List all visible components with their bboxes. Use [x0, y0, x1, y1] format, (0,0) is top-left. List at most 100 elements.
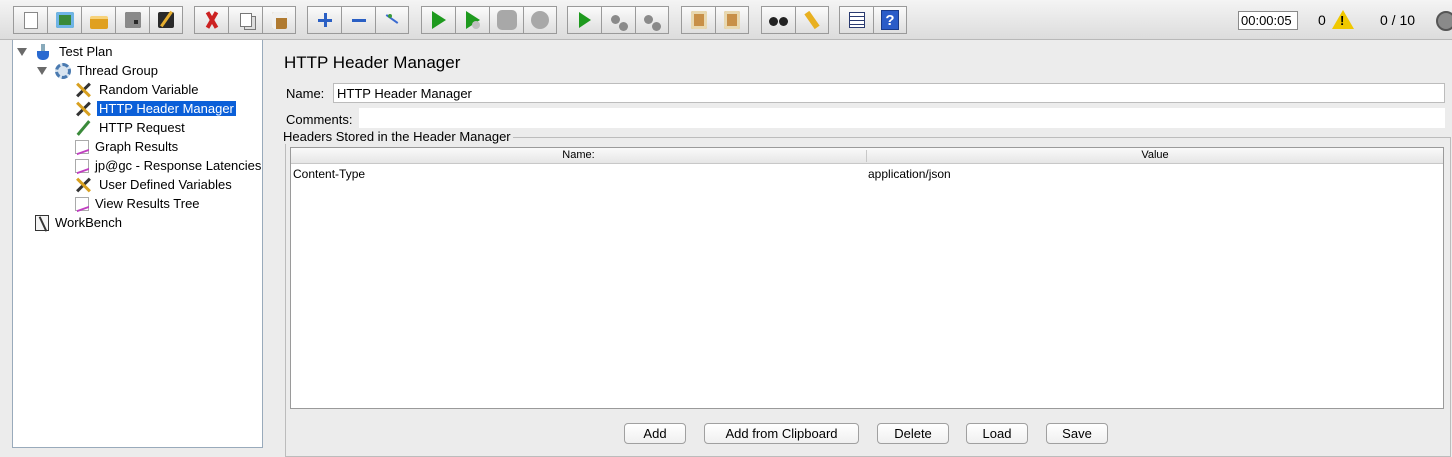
- function-helper-button[interactable]: [839, 6, 873, 34]
- tree-node-response-latencies[interactable]: jp@gc - Response Latencies: [75, 156, 263, 175]
- http-header-manager-panel: HTTP Header Manager Name: Comments: Head…: [273, 40, 1452, 457]
- expand-test-plan-icon[interactable]: [17, 48, 27, 56]
- tree-node-user-defined-variables[interactable]: User Defined Variables: [75, 175, 234, 194]
- headers-legend: Headers Stored in the Header Manager: [281, 129, 513, 144]
- tree-node-graph-results[interactable]: Graph Results: [75, 137, 180, 156]
- config-element-icon: [75, 81, 93, 99]
- reset-search-button[interactable]: [795, 6, 829, 34]
- stop-icon: [496, 10, 517, 30]
- shutdown-button[interactable]: [523, 6, 557, 34]
- tree-node-http-header-manager[interactable]: HTTP Header Manager: [75, 99, 236, 118]
- tree-node-workbench[interactable]: WorkBench: [35, 213, 124, 232]
- name-field[interactable]: [333, 83, 1445, 103]
- sampler-icon: [75, 119, 93, 137]
- panel-splitter[interactable]: [263, 40, 273, 448]
- new-button[interactable]: [13, 6, 47, 34]
- warning-symbol: !: [1340, 13, 1345, 28]
- column-header-value[interactable]: Value: [867, 149, 1443, 161]
- clear-all-button[interactable]: [715, 6, 749, 34]
- tree-label: HTTP Request: [99, 120, 185, 135]
- remote-start-button[interactable]: [567, 6, 601, 34]
- start-no-timers-button[interactable]: [455, 6, 489, 34]
- open-button[interactable]: [81, 6, 115, 34]
- remote-stop-button[interactable]: [601, 6, 635, 34]
- header-name-cell[interactable]: Content-Type: [293, 167, 365, 181]
- listener-icon: [75, 158, 89, 173]
- tree-node-http-request[interactable]: HTTP Request: [75, 118, 187, 137]
- delete-button[interactable]: Delete: [877, 423, 949, 444]
- listener-icon: [75, 139, 89, 154]
- search-button[interactable]: [761, 6, 795, 34]
- file-toolbar-group: [13, 6, 183, 34]
- search-icon: [768, 15, 789, 26]
- search-toolbar-group: [761, 6, 829, 34]
- table-row[interactable]: Content-Type application/json: [291, 165, 1443, 183]
- edit-toolbar-group: [194, 6, 296, 34]
- comments-field[interactable]: [359, 108, 1445, 128]
- start-icon: [431, 11, 446, 29]
- tree-node-test-plan[interactable]: Test Plan: [35, 42, 114, 61]
- comments-label: Comments:: [286, 112, 353, 127]
- tree-toolbar-group: [307, 6, 409, 34]
- toolbar: ? 00:00:05 0 ! 0 / 10: [0, 0, 1452, 40]
- tree-label: Test Plan: [59, 44, 113, 59]
- remote-stop-icon: [610, 15, 628, 31]
- active-threads: 0 / 10: [1380, 12, 1416, 28]
- tree-node-view-results-tree[interactable]: View Results Tree: [75, 194, 202, 213]
- template-icon: [55, 12, 74, 28]
- remote-start-icon: [578, 12, 591, 28]
- test-plan-icon: [35, 43, 53, 61]
- help-button[interactable]: ?: [873, 6, 907, 34]
- header-value-cell[interactable]: application/json: [868, 167, 951, 181]
- remote-toolbar-group: [567, 6, 669, 34]
- copy-button[interactable]: [228, 6, 262, 34]
- run-toolbar-group: [421, 6, 557, 34]
- copy-icon: [239, 13, 252, 27]
- table-header: Name: Value: [291, 148, 1443, 164]
- templates-button[interactable]: [47, 6, 81, 34]
- clear-icon: [690, 11, 707, 29]
- tree-node-thread-group[interactable]: Thread Group: [55, 61, 160, 80]
- tree-label: Thread Group: [77, 63, 158, 78]
- tree-node-random-variable[interactable]: Random Variable: [75, 80, 200, 99]
- open-icon: [89, 15, 108, 29]
- tree-label: Random Variable: [99, 82, 199, 97]
- column-header-name[interactable]: Name:: [291, 149, 866, 161]
- toggle-button[interactable]: [375, 6, 409, 34]
- help-icon: ?: [881, 10, 899, 30]
- paste-button[interactable]: [262, 6, 296, 34]
- cut-icon: [203, 11, 221, 29]
- config-element-icon: [75, 100, 93, 118]
- tree-label: jp@gc - Response Latencies: [95, 158, 262, 173]
- elapsed-time: 00:00:05: [1238, 11, 1298, 30]
- expand-all-button[interactable]: [307, 6, 341, 34]
- cut-button[interactable]: [194, 6, 228, 34]
- listener-icon: [75, 196, 89, 211]
- save-as-button[interactable]: [149, 6, 183, 34]
- save-as-icon: [158, 12, 174, 28]
- stop-button[interactable]: [489, 6, 523, 34]
- headers-table[interactable]: Name: Value Content-Type application/jso…: [290, 147, 1444, 409]
- expand-icon: [316, 11, 334, 29]
- save-headers-button[interactable]: Save: [1046, 423, 1108, 444]
- error-count: 0: [1318, 12, 1326, 28]
- tree-label: View Results Tree: [95, 196, 200, 211]
- clear-button[interactable]: [681, 6, 715, 34]
- config-element-icon: [75, 176, 93, 194]
- collapse-all-button[interactable]: [341, 6, 375, 34]
- remote-shutdown-button[interactable]: [635, 6, 669, 34]
- collapse-icon: [350, 11, 368, 29]
- help-toolbar-group: ?: [839, 6, 907, 34]
- add-from-clipboard-button[interactable]: Add from Clipboard: [704, 423, 859, 444]
- save-button[interactable]: [115, 6, 149, 34]
- add-button[interactable]: Add: [624, 423, 686, 444]
- panel-title: HTTP Header Manager: [284, 53, 461, 72]
- function-helper-icon: [848, 12, 865, 28]
- paste-icon: [271, 11, 287, 29]
- load-button[interactable]: Load: [966, 423, 1028, 444]
- remote-shutdown-icon: [644, 15, 661, 31]
- expand-thread-group-icon[interactable]: [37, 67, 47, 75]
- new-icon: [23, 11, 38, 29]
- start-button[interactable]: [421, 6, 455, 34]
- warning-icon[interactable]: !: [1332, 10, 1354, 29]
